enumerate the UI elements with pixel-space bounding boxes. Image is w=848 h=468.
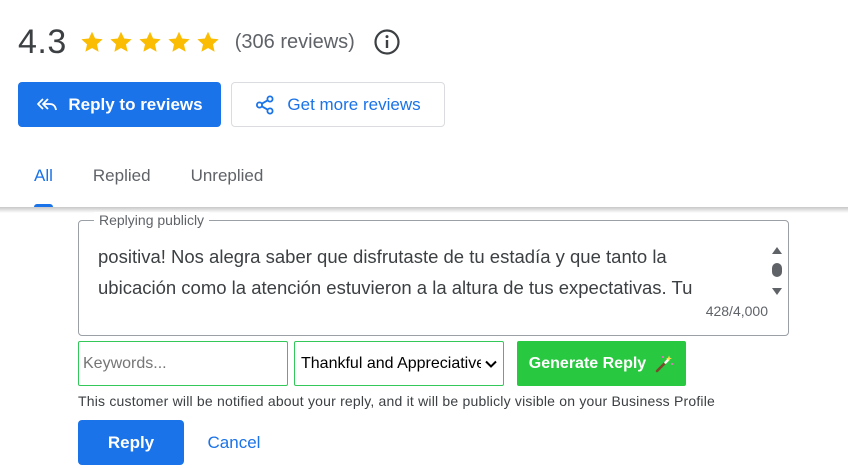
get-more-reviews-label: Get more reviews [287,94,421,114]
tab-all[interactable]: All [18,150,69,207]
reply-text-line: ubicación como la atención estuvieron a … [98,277,693,298]
star-rating [79,29,221,55]
public-reply-notice: This customer will be notified about you… [78,393,716,409]
reply-button[interactable]: Reply [78,420,184,465]
character-count: 428/4,000 [705,303,768,319]
tone-selected-value: Thankful and Appreciative [301,354,481,372]
generate-reply-label: Generate Reply [528,354,647,372]
get-more-reviews-button[interactable]: Get more reviews [231,82,445,127]
textarea-scrollbar[interactable] [770,245,784,297]
review-filter-tabs: All Replied Unreplied [18,150,279,207]
star-icon [168,31,190,52]
tab-replied[interactable]: Replied [77,150,167,207]
magic-wand-icon [655,355,674,372]
reply-all-icon [37,97,58,110]
tab-unreplied[interactable]: Unreplied [175,150,280,207]
rating-value: 4.3 [18,22,67,61]
star-icon [110,31,132,52]
review-count: (306 reviews) [234,30,355,53]
share-icon [256,95,274,114]
generate-reply-button[interactable]: Generate Reply [517,341,686,386]
cancel-button[interactable]: Cancel [196,420,272,465]
tone-select[interactable]: Thankful and Appreciative [294,341,504,386]
chevron-down-icon [485,360,497,368]
keywords-input[interactable] [78,341,288,386]
reply-to-reviews-button[interactable]: Reply to reviews [18,82,221,127]
rating-summary: 4.3 (306 reviews) [18,22,401,62]
info-icon[interactable] [373,28,401,56]
star-icon [139,31,161,52]
star-icon [197,31,219,52]
reply-text-viewport: positiva! Nos alegra saber que disfrutas… [98,239,768,309]
reply-textarea[interactable]: Replying publicly positiva! Nos alegra s… [78,212,789,336]
reply-to-reviews-label: Reply to reviews [68,94,203,114]
reply-text-line: positiva! Nos alegra saber que disfrutas… [98,246,667,267]
reply-legend: Replying publicly [94,212,210,228]
star-icon [81,31,103,52]
